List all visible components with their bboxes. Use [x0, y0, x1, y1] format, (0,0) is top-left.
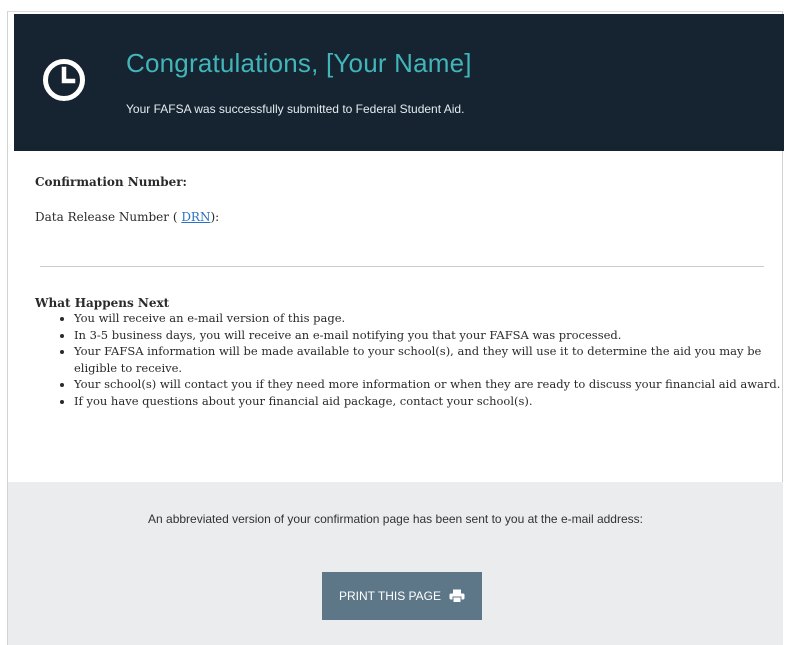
drn-link[interactable]: DRN	[181, 210, 210, 224]
drn-line: Data Release Number ( DRN):	[35, 210, 219, 224]
list-item: Your FAFSA information will be made avai…	[74, 343, 786, 376]
what-happens-next-title: What Happens Next	[35, 296, 170, 310]
print-button-label: PRINT THIS PAGE	[338, 589, 442, 603]
confirmation-footer: An abbreviated version of your confirmat…	[8, 482, 783, 645]
page-title: Congratulations, [Your Name]	[126, 48, 472, 78]
clock-icon	[43, 59, 85, 101]
email-sent-message: An abbreviated version of your confirmat…	[148, 512, 643, 526]
list-item: If you have questions about your financi…	[74, 393, 786, 410]
list-item: In 3-5 business days, you will receive a…	[74, 327, 786, 344]
printer-icon	[449, 589, 465, 603]
page-subtitle: Your FAFSA was successfully submitted to…	[126, 102, 465, 116]
print-page-button[interactable]: PRINT THIS PAGE	[322, 572, 482, 620]
what-happens-next-list: You will receive an e-mail version of th…	[58, 310, 786, 409]
confirmation-header: Congratulations, [Your Name] Your FAFSA …	[14, 14, 784, 151]
confirmation-number-label: Confirmation Number:	[35, 175, 187, 189]
list-item: Your school(s) will contact you if they …	[74, 376, 786, 393]
drn-suffix: ):	[210, 210, 220, 224]
list-item: You will receive an e-mail version of th…	[74, 310, 786, 327]
drn-prefix: Data Release Number (	[35, 210, 182, 224]
section-divider	[40, 266, 764, 267]
